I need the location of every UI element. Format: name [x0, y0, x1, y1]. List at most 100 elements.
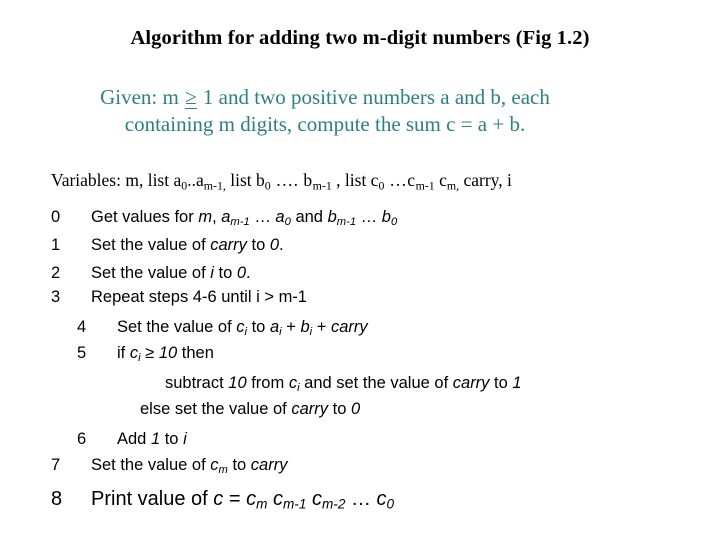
- step-fragment: .: [246, 264, 251, 282]
- variables-sub-cm1: m-1: [415, 178, 435, 193]
- step-fragment: .: [279, 236, 284, 254]
- step-fragment: if: [117, 344, 130, 362]
- step-text: if ci ≥ 10 then: [117, 344, 214, 364]
- step-fragment: subtract: [165, 374, 229, 392]
- step-fragment: to: [160, 430, 184, 448]
- step-text: Set the value of carry to 0.: [91, 236, 284, 255]
- variables-sub-cm: m,: [446, 178, 460, 193]
- step-fragment: ≥: [140, 344, 159, 362]
- variables-sub-bm1: m-1: [312, 178, 332, 193]
- algorithm-step-0: 0 Get values for m, am-1 … a0 and bm-1 … …: [51, 208, 397, 228]
- step-text: Set the value of cm to carry: [91, 456, 287, 476]
- step-fragment: else set the value of: [140, 400, 292, 418]
- step-number: 4: [77, 318, 87, 336]
- step-variable: a: [275, 208, 285, 226]
- step-fragment: to: [247, 318, 270, 336]
- step-fragment: Set the value of: [91, 456, 211, 474]
- step-fragment: to: [246, 236, 270, 254]
- step-number: 7: [51, 456, 61, 474]
- step-variable: c: [311, 488, 322, 510]
- algorithm-step-1: 1 Set the value of carry to 0.: [51, 236, 284, 255]
- step-variable: carry: [452, 374, 490, 392]
- step-fragment: +: [281, 318, 301, 336]
- step-fragment: ,: [212, 208, 222, 226]
- step-fragment: to: [328, 400, 351, 418]
- step-variable: c: [376, 488, 387, 510]
- step-variable: c: [210, 456, 219, 474]
- greater-or-equal-icon: ≥: [185, 85, 197, 109]
- step-number: 0: [51, 208, 61, 226]
- step-variable: i: [183, 430, 187, 448]
- step-fragment: Set the value of: [91, 264, 211, 282]
- step-variable: b: [300, 318, 310, 336]
- step-subscript: m-1: [336, 215, 357, 228]
- step-number: 1: [51, 236, 61, 254]
- step-fragment: to: [489, 374, 513, 392]
- step-variable: 10: [228, 374, 247, 392]
- step-text: subtract 10 from ci and set the value of…: [165, 374, 522, 394]
- given-line2: containing m digits, compute the sum c =…: [124, 112, 526, 136]
- algorithm-step-4: 4 Set the value of ci to ai + bi + carry: [77, 318, 368, 338]
- step-fragment: to: [213, 264, 237, 282]
- step-number: 6: [77, 430, 87, 448]
- step-subscript: m: [256, 496, 268, 512]
- algorithm-step-2: 2 Set the value of i to 0.: [51, 264, 251, 283]
- variables-label: Variables: m, list a: [51, 170, 182, 190]
- step-variable: c: [236, 318, 245, 336]
- step-variable: a: [269, 318, 280, 336]
- step-variable: c: [272, 488, 283, 510]
- step-fragment: and set the value of: [299, 374, 453, 392]
- step-variable: c: [129, 344, 139, 362]
- step-fragment: to: [227, 456, 251, 474]
- given-statement: Given: m ≥ 1 and two positive numbers a …: [40, 84, 610, 138]
- step-variable: 0: [269, 236, 280, 254]
- step-fragment: then: [177, 344, 214, 362]
- step-text: Set the value of i to 0.: [91, 264, 251, 283]
- step-fragment: Get values for: [91, 208, 199, 226]
- step-text: Set the value of ci to ai + bi + carry: [117, 318, 368, 338]
- step-fragment: from: [246, 374, 289, 392]
- step-text: Repeat steps 4-6 until i > m-1: [91, 288, 307, 307]
- step-variable: c: [288, 374, 298, 392]
- step-fragment: Add: [117, 430, 151, 448]
- step-variable: 1: [150, 430, 161, 448]
- step-variable: c: [213, 488, 224, 510]
- algorithm-step-3: 3 Repeat steps 4-6 until i > m-1: [51, 288, 307, 307]
- step-text: Print value of c = cm cm-1 cm-2 … c0: [91, 488, 394, 511]
- given-line1-prefix: Given: m: [100, 85, 185, 109]
- step-subscript: m-1: [282, 496, 307, 512]
- step-fragment: Set the value of: [91, 236, 211, 254]
- variables-mid-a: ..a: [187, 170, 204, 190]
- page-title: Algorithm for adding two m-digit numbers…: [130, 27, 590, 49]
- step-subscript: m-2: [321, 496, 346, 512]
- algorithm-step-5: 5 if ci ≥ 10 then: [77, 344, 214, 364]
- step-variable: 0: [350, 400, 361, 418]
- step-variable: c: [246, 488, 257, 510]
- step-fragment: =: [223, 488, 247, 510]
- step-number: 3: [51, 288, 61, 306]
- step-fragment: Repeat steps 4-6 until i > m-1: [91, 288, 307, 306]
- algorithm-step-6: 6 Add 1 to i: [77, 430, 187, 449]
- slide-canvas: Algorithm for adding two m-digit numbers…: [0, 0, 720, 540]
- algorithm-step-7: 7 Set the value of cm to carry: [51, 456, 287, 476]
- step-fragment: …: [345, 488, 377, 510]
- step-variable: 10: [158, 344, 178, 362]
- variables-declaration: Variables: m, list a0..am-1, list b0 …. …: [51, 170, 512, 193]
- step-variable: carry: [291, 400, 329, 418]
- step-fragment: …: [249, 208, 276, 226]
- variables-list-c: , list c: [331, 170, 379, 190]
- step-subscript: m-1: [230, 215, 250, 228]
- step-variable: b: [327, 208, 337, 226]
- step-number: 5: [77, 344, 87, 362]
- step-number: 8: [51, 488, 63, 510]
- step-variable: carry: [250, 456, 288, 474]
- algorithm-step-continuation: subtract 10 from ci and set the value of…: [165, 374, 522, 394]
- algorithm-step-8: 8 Print value of c = cm cm-1 cm-2 … c0: [51, 488, 394, 511]
- variables-tail: carry, i: [459, 170, 512, 190]
- variables-dots-c: …c: [384, 170, 416, 190]
- step-fragment: Print value of: [91, 488, 214, 510]
- step-variable: 1: [512, 374, 522, 392]
- step-variable: 0: [236, 264, 247, 282]
- step-fragment: …: [356, 208, 382, 226]
- step-fragment: and: [290, 208, 328, 226]
